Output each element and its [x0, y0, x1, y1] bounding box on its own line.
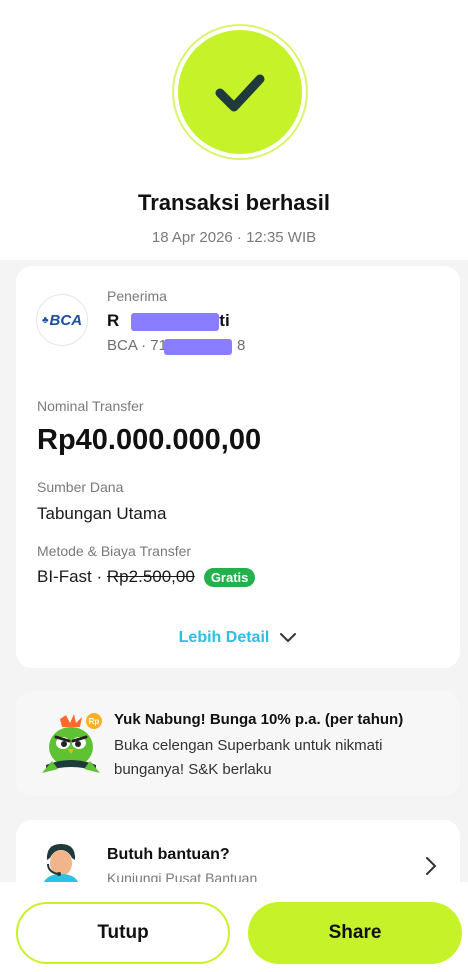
- source-value: Tabungan Utama: [37, 504, 167, 523]
- check-icon: [215, 74, 265, 112]
- chevron-right-icon: [426, 857, 437, 875]
- recipient-name-prefix: R: [107, 311, 120, 330]
- fee-free-badge: Gratis: [203, 567, 256, 587]
- recipient-account-suffix: 8: [237, 337, 246, 354]
- support-agent-icon: [42, 844, 80, 888]
- more-detail-link[interactable]: Lebih Detail: [16, 629, 460, 647]
- bank-logo: ♣ BCA: [36, 294, 88, 346]
- promo-coin-label: Rp: [89, 717, 100, 726]
- bottom-action-bar: Tutup Share: [0, 882, 468, 972]
- savings-promo-card[interactable]: Rp Yuk Nabung! Bunga 10% p.a. (per tahun…: [16, 691, 460, 796]
- method-value: BI-Fast ·: [37, 567, 107, 586]
- method-fee-row: BI-Fast · Rp2.500,00 Gratis: [37, 567, 256, 587]
- redaction-name: [131, 313, 219, 331]
- promo-title: Yuk Nabung! Bunga 10% p.a. (per tahun): [114, 711, 404, 728]
- method-label: Metode & Biaya Transfer: [37, 543, 192, 559]
- recipient-label: Penerima: [107, 288, 167, 304]
- status-header: Transaksi berhasil 18 Apr 2026 · 12:35 W…: [0, 0, 468, 260]
- transaction-datetime: 18 Apr 2026 · 12:35 WIB: [151, 229, 317, 246]
- transaction-detail-card: ♣ BCA Penerima Rti BCA · 71 8 Nominal Tran…: [16, 266, 460, 668]
- more-detail-label: Lebih Detail: [178, 629, 270, 646]
- chevron-down-icon: [280, 633, 297, 643]
- promo-body: Buka celengan Superbank untuk nikmati bu…: [114, 737, 383, 778]
- amount-label: Nominal Transfer: [37, 398, 144, 414]
- owl-mascot-icon: Rp: [42, 713, 102, 773]
- bank-logo-text: BCA: [49, 311, 83, 329]
- redaction-account: [164, 339, 232, 355]
- transfer-amount: Rp40.000.000,00: [37, 424, 262, 456]
- bank-logo-mark: ♣: [41, 314, 49, 326]
- recipient-account-prefix: BCA · 71: [107, 337, 168, 354]
- recipient-name-suffix: ti: [219, 311, 230, 330]
- success-badge: [178, 30, 302, 154]
- close-button[interactable]: Tutup: [16, 902, 230, 964]
- page-title: Transaksi berhasil: [138, 190, 330, 215]
- share-button[interactable]: Share: [248, 902, 462, 964]
- help-title: Butuh bantuan?: [107, 846, 230, 863]
- fee-original: Rp2.500,00: [106, 567, 195, 586]
- source-label: Sumber Dana: [37, 479, 124, 495]
